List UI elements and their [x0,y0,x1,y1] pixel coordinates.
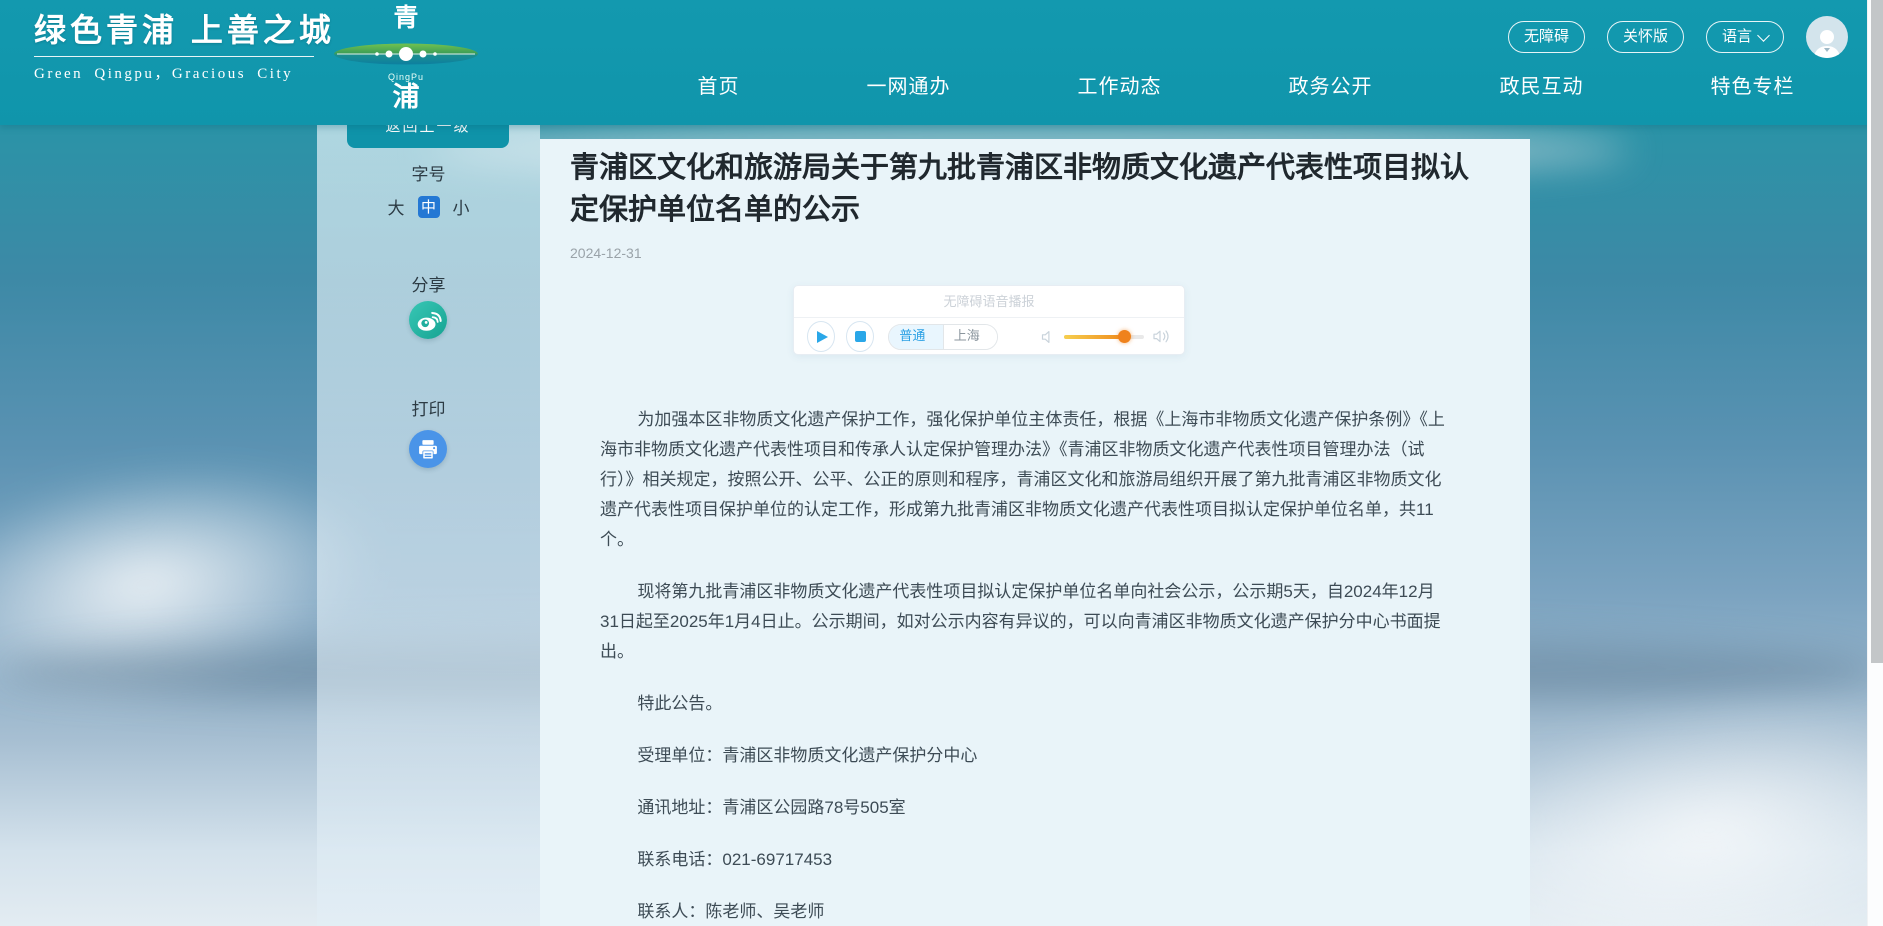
speaker-loud-icon[interactable] [1152,328,1171,345]
care-version-label: 关怀版 [1623,22,1668,52]
language-label: 语言 [1722,22,1752,52]
article-paragraph: 现将第九批青浦区非物质文化遗产代表性项目拟认定保护单位名单向社会公示，公示期5天… [600,577,1445,667]
article-paragraph: 联系人：陈老师、吴老师 [600,897,1445,926]
island-logo-icon [331,36,481,72]
volume-slider-fill [1064,335,1124,339]
emblem-bottom-char: 浦 [330,82,482,112]
scrollbar[interactable] [1867,0,1883,926]
nav-item[interactable]: 政务公开 [1289,70,1373,99]
article-paragraph: 为加强本区非物质文化遗产保护工作，强化保护单位主体责任，根据《上海市非物质文化遗… [600,405,1445,555]
audio-player: 无障碍语音播报 普通话 上海话 [793,285,1185,355]
play-icon [817,331,828,343]
print-label: 打印 [317,395,540,420]
font-size-small[interactable]: 小 [453,194,470,219]
slogan-chinese: 绿色青浦 上善之城 [34,8,335,52]
weibo-icon [413,305,443,335]
nav-item[interactable]: 首页 [698,70,740,99]
care-version-button[interactable]: 关怀版 [1607,21,1684,53]
volume-slider[interactable] [1064,335,1144,339]
print-button[interactable] [409,430,447,468]
article-body: 为加强本区非物质文化遗产保护工作，强化保护单位主体责任，根据《上海市非物质文化遗… [600,405,1445,926]
site-logo: 绿色青浦 上善之城 Green Qingpu，Gracious City [34,8,335,83]
font-size-medium[interactable]: 中 [418,196,440,218]
article-date: 2024-12-31 [570,245,1530,261]
share-label: 分享 [317,271,540,296]
slogan-english: Green Qingpu，Gracious City [34,62,335,83]
chevron-down-icon [1757,29,1770,42]
speaker-mute-icon[interactable] [1040,329,1056,345]
user-avatar-button[interactable] [1806,16,1848,58]
printer-icon [413,434,443,464]
font-size-large[interactable]: 大 [388,194,405,219]
article-paragraph: 通讯地址：青浦区公园路78号505室 [600,793,1445,823]
language-toggle: 普通话 上海话 [888,324,998,350]
nav-item[interactable]: 特色专栏 [1711,70,1795,99]
nav-item[interactable]: 工作动态 [1078,70,1162,99]
stop-icon [855,331,866,342]
accessibility-button[interactable]: 无障碍 [1508,21,1585,53]
qingpu-emblem: 青 QingPu 浦 [330,0,482,125]
shanghainese-tab[interactable]: 上海话 [943,325,997,349]
audio-player-title: 无障碍语音播报 [794,286,1184,318]
share-weibo-button[interactable] [409,301,447,339]
slogan-divider [34,56,314,57]
article-paragraph: 联系电话：021-69717453 [600,845,1445,875]
quick-links: 无障碍 关怀版 语言 [1508,16,1848,58]
font-size-label: 字号 [317,160,540,185]
emblem-top-char: 青 [330,0,482,36]
audio-player-controls: 普通话 上海话 [794,318,1184,355]
site-header: 绿色青浦 上善之城 Green Qingpu，Gracious City 青 [0,0,1883,125]
volume-slider-knob[interactable] [1118,330,1131,343]
user-icon [1810,26,1844,58]
content-panel: 青浦区文化和旅游局关于第九批青浦区非物质文化遗产代表性项目拟认定保护单位名单的公… [540,139,1530,926]
emblem-sub-text: QingPu [330,72,482,82]
page: 返回上一级 绿色青浦 上善之城 Green Qingpu，Gracious Ci… [0,0,1883,926]
play-button[interactable] [807,321,835,352]
volume-control [1040,328,1171,345]
accessibility-label: 无障碍 [1524,22,1569,52]
sidebar-panel [317,125,540,926]
article-paragraph: 特此公告。 [600,689,1445,719]
stop-button[interactable] [846,321,874,352]
nav-item[interactable]: 一网通办 [867,70,951,99]
article-title: 青浦区文化和旅游局关于第九批青浦区非物质文化遗产代表性项目拟认定保护单位名单的公… [570,147,1480,231]
nav-item[interactable]: 政民互动 [1500,70,1584,99]
language-button[interactable]: 语言 [1706,21,1784,53]
font-size-options: 大 中 小 [317,194,540,219]
scrollbar-thumb[interactable] [1871,0,1883,663]
mandarin-tab[interactable]: 普通话 [889,325,942,349]
article-paragraph: 受理单位：青浦区非物质文化遗产保护分中心 [600,741,1445,771]
